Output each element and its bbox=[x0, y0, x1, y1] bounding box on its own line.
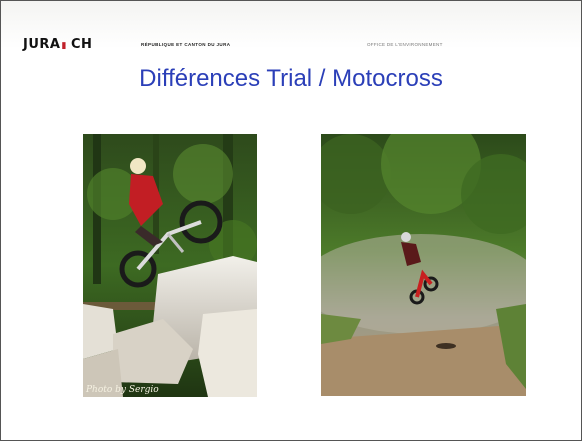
brand-jura: JURA bbox=[23, 37, 61, 52]
motocross-photo bbox=[321, 134, 526, 396]
brand-ch: CH bbox=[67, 37, 93, 52]
office-label: OFFICE DE L'ENVIRONNEMENT bbox=[367, 42, 443, 47]
brand-separator-icon: ▮ bbox=[61, 41, 67, 51]
trial-photo: Photo by Sergio bbox=[83, 134, 257, 397]
republic-label: RÉPUBLIQUE ET CANTON DU JURA bbox=[141, 42, 231, 47]
slide: JURA▮ CH RÉPUBLIQUE ET CANTON DU JURA OF… bbox=[0, 0, 582, 441]
slide-title: Différences Trial / Motocross bbox=[139, 65, 443, 92]
photo-credit: Photo by Sergio bbox=[85, 385, 159, 395]
jura-ch-logo: JURA▮ CH bbox=[23, 37, 92, 52]
